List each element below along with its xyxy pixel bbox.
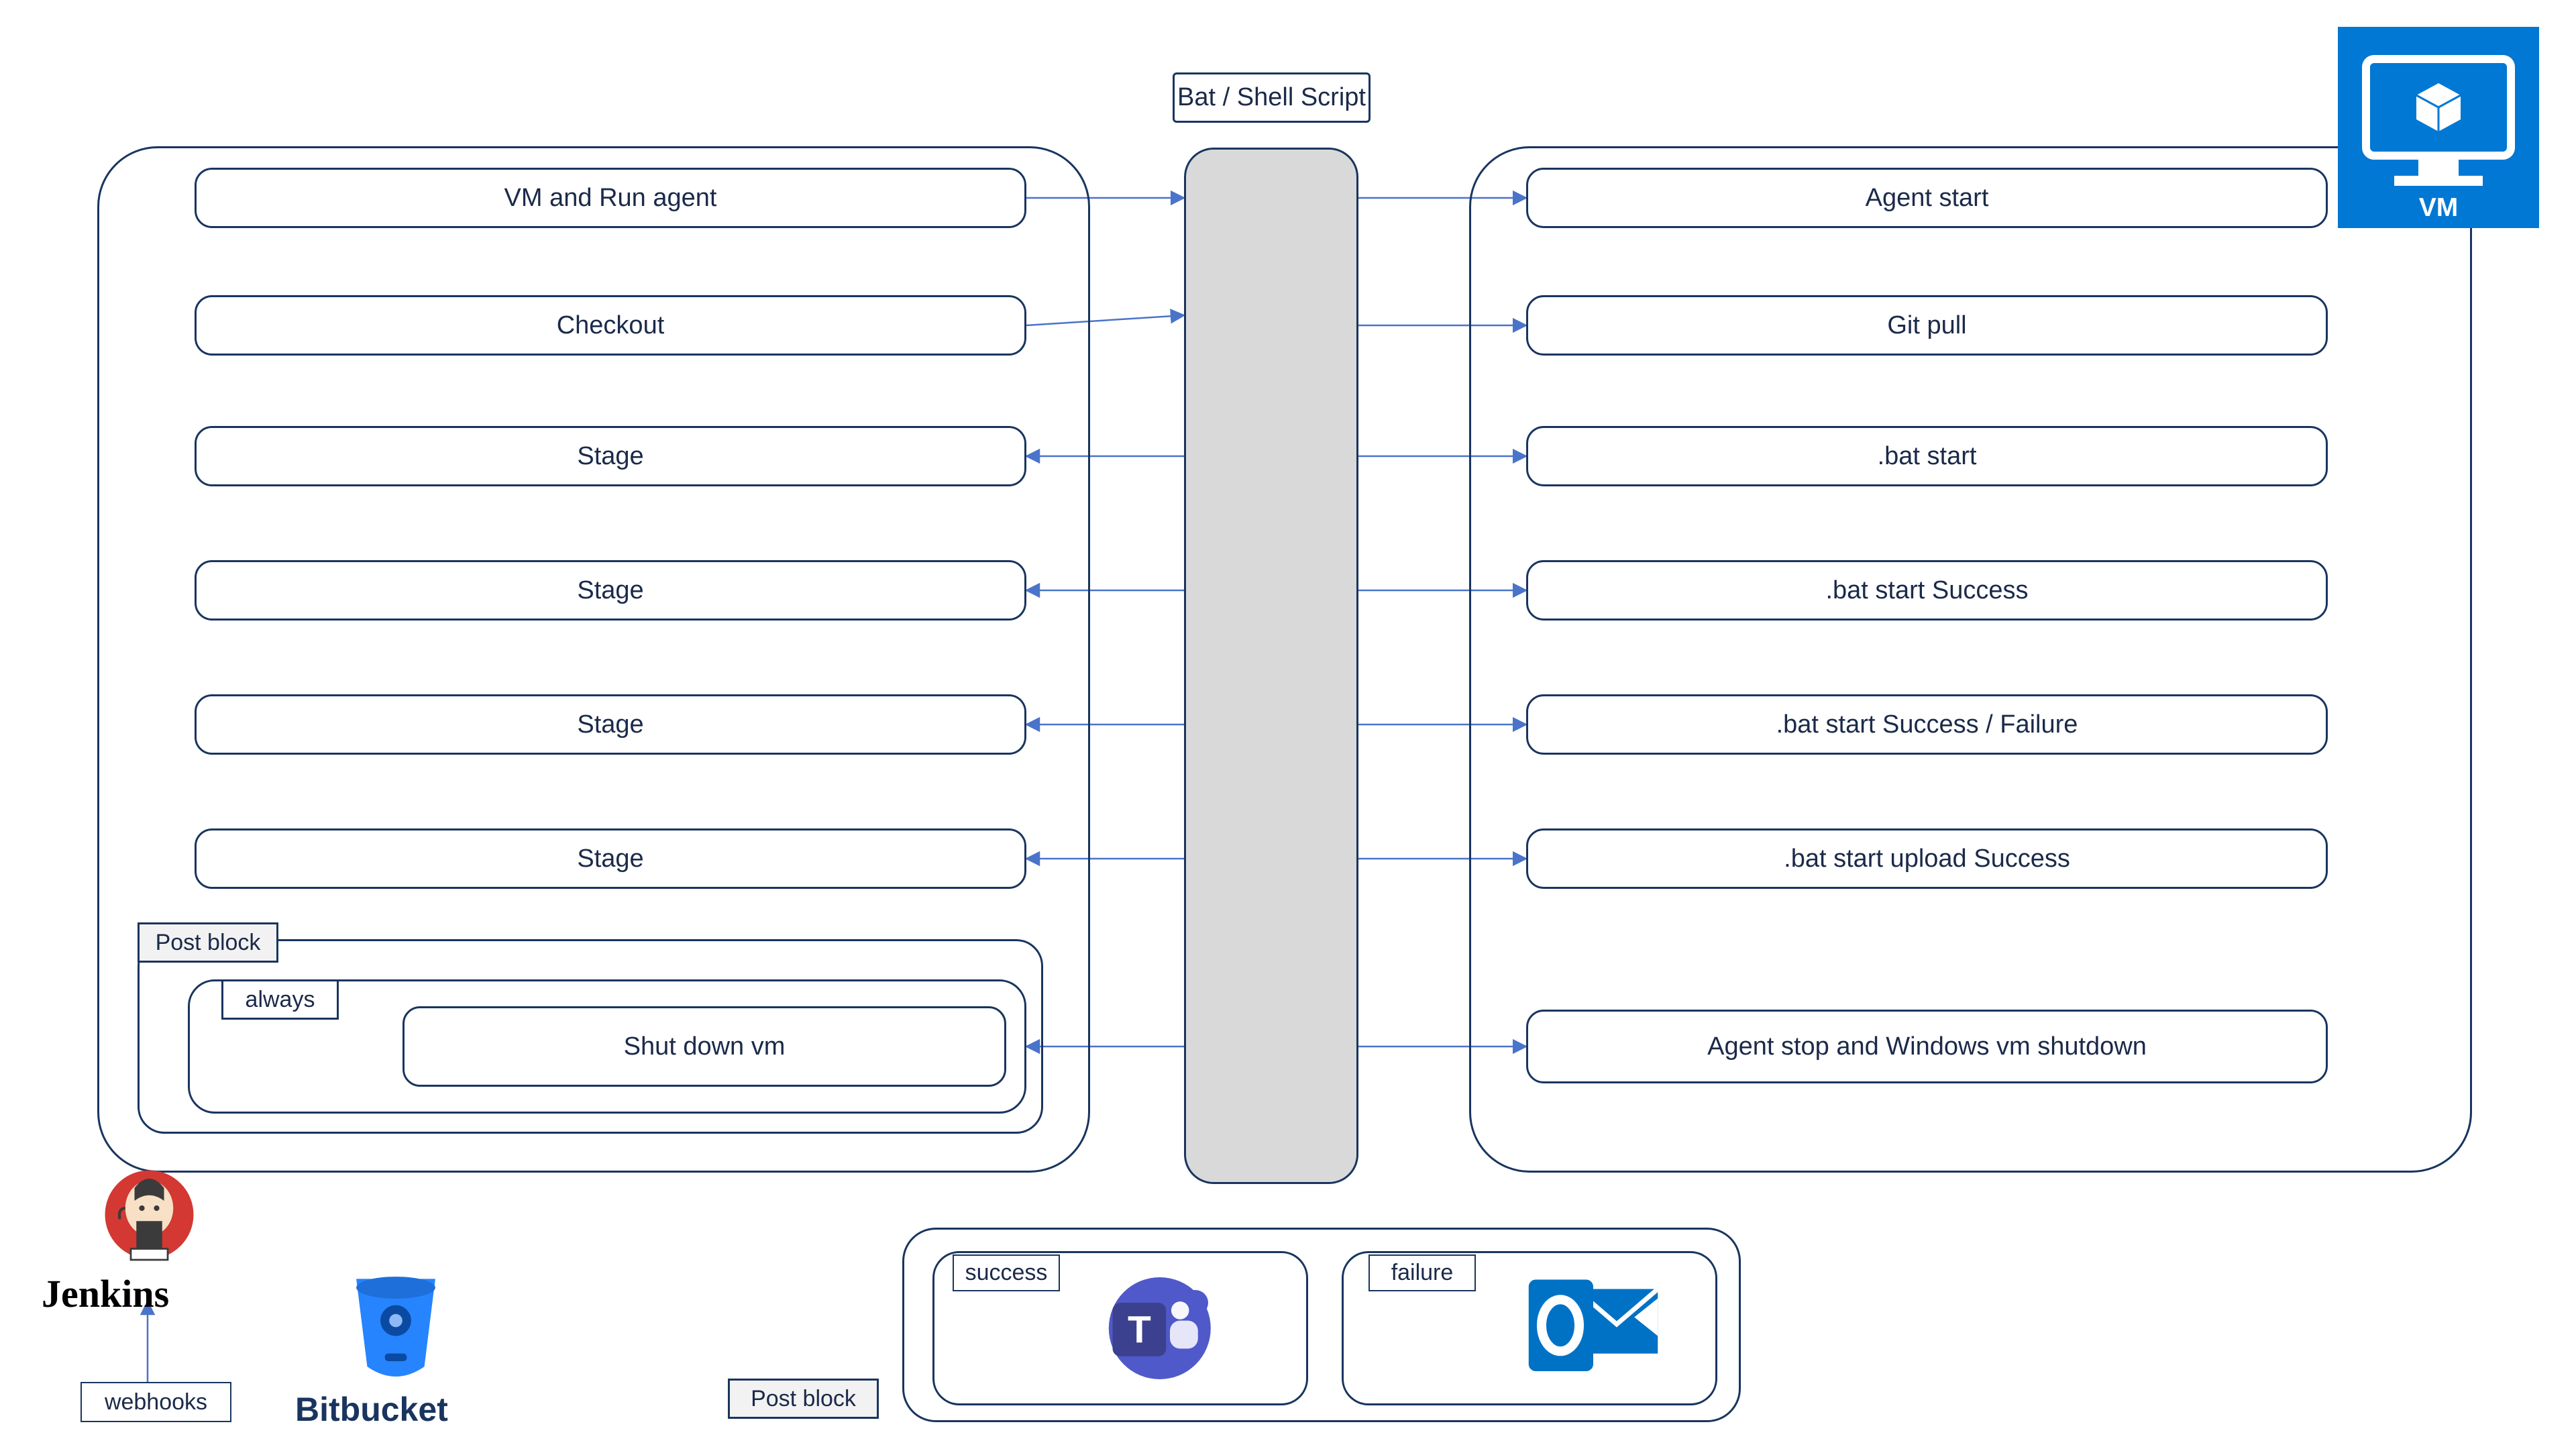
bitbucket-label: Bitbucket xyxy=(295,1390,448,1429)
shut-down-vm-box: Shut down vm xyxy=(402,1006,1006,1087)
left-box-stage-1: Stage xyxy=(195,426,1026,486)
left-box-vm-run-agent: VM and Run agent xyxy=(195,168,1026,228)
success-label-text: success xyxy=(965,1260,1048,1286)
always-label-text: always xyxy=(246,987,315,1013)
teams-icon: T xyxy=(1093,1265,1221,1392)
right-box-agent-stop: Agent stop and Windows vm shutdown xyxy=(1526,1010,2328,1083)
right-box-label: Agent start xyxy=(1866,184,1989,213)
post-block-bottom-label: Post block xyxy=(728,1379,879,1419)
script-column xyxy=(1184,148,1358,1184)
post-block-bottom-label-text: Post block xyxy=(751,1386,856,1412)
left-box-stage-4: Stage xyxy=(195,828,1026,889)
left-box-label: Stage xyxy=(577,576,643,605)
left-box-stage-2: Stage xyxy=(195,560,1026,621)
azure-vm-icon: VM xyxy=(2338,27,2539,228)
right-box-bat-success-failure: .bat start Success / Failure xyxy=(1526,694,2328,755)
azure-vm-tile: VM xyxy=(2338,27,2539,228)
left-box-label: Checkout xyxy=(557,311,665,340)
success-label: success xyxy=(953,1254,1060,1291)
diagram-root: Bat / Shell Script VM and Run agent Chec… xyxy=(0,0,2576,1449)
right-box-bat-upload: .bat start upload Success xyxy=(1526,828,2328,889)
script-title: Bat / Shell Script xyxy=(1177,83,1366,112)
left-box-checkout: Checkout xyxy=(195,295,1026,356)
right-box-label: .bat start Success xyxy=(1825,576,2028,605)
right-box-label: .bat start xyxy=(1878,442,1977,471)
right-box-bat-start: .bat start xyxy=(1526,426,2328,486)
left-box-label: Stage xyxy=(577,442,643,471)
failure-label: failure xyxy=(1368,1254,1476,1291)
webhooks-text: webhooks xyxy=(105,1389,207,1415)
left-box-label: VM and Run agent xyxy=(504,184,717,213)
right-box-label: .bat start upload Success xyxy=(1784,845,2070,873)
right-box-agent-start: Agent start xyxy=(1526,168,2328,228)
outlook-icon xyxy=(1523,1261,1664,1392)
left-box-label: Stage xyxy=(577,710,643,739)
script-title-box: Bat / Shell Script xyxy=(1173,72,1371,123)
jenkins-icon xyxy=(101,1164,198,1275)
webhooks-label: webhooks xyxy=(80,1382,231,1422)
left-box-stage-3: Stage xyxy=(195,694,1026,755)
right-box-label: .bat start Success / Failure xyxy=(1776,710,2078,739)
post-block-label: Post block xyxy=(138,922,278,963)
svg-text:T: T xyxy=(1128,1308,1151,1351)
right-box-label: Agent stop and Windows vm shutdown xyxy=(1707,1032,2147,1061)
shutdown-label: Shut down vm xyxy=(624,1032,786,1061)
right-box-label: Git pull xyxy=(1887,311,1966,340)
bitbucket-icon xyxy=(339,1268,453,1389)
failure-label-text: failure xyxy=(1391,1260,1454,1286)
left-box-label: Stage xyxy=(577,845,643,873)
svg-text:VM: VM xyxy=(2419,193,2459,222)
right-box-bat-success: .bat start Success xyxy=(1526,560,2328,621)
post-block-label-text: Post block xyxy=(156,930,261,956)
jenkins-label: Jenkins xyxy=(42,1271,169,1316)
always-label: always xyxy=(221,979,339,1020)
right-box-git-pull: Git pull xyxy=(1526,295,2328,356)
